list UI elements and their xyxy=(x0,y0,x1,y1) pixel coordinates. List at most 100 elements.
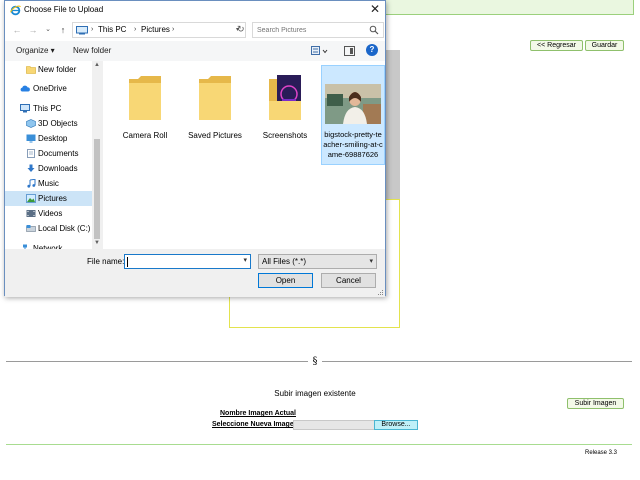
organize-menu[interactable]: Organize ▾ xyxy=(16,45,55,56)
folder-with-thumbnail-icon xyxy=(269,75,301,120)
image-thumbnail xyxy=(325,84,381,124)
sidebar-item-label: OneDrive xyxy=(33,84,67,93)
folder-icon xyxy=(129,76,161,120)
sidebar-item-videos[interactable]: Videos xyxy=(5,206,92,221)
upload-image-button[interactable]: Subir Imagen xyxy=(567,398,624,409)
command-toolbar: Organize ▾ New folder ? xyxy=(5,41,385,61)
sidebar-item-music[interactable]: Music xyxy=(5,176,92,191)
sidebar-item-label: Videos xyxy=(38,209,63,218)
sidebar-item-network[interactable]: Network xyxy=(5,241,92,249)
preview-pane-icon[interactable] xyxy=(344,46,355,56)
sidebar-item-label: Downloads xyxy=(38,164,78,173)
section-mark: § xyxy=(312,356,318,367)
sidebar-item-pictures[interactable]: Pictures xyxy=(5,191,92,206)
refresh-icon[interactable]: ↻ xyxy=(237,24,245,35)
file-item-saved-pictures[interactable]: Saved Pictures xyxy=(183,67,247,157)
dialog-titlebar[interactable]: Choose File to Upload ✕ xyxy=(5,1,385,19)
breadcrumb-pictures[interactable]: Pictures xyxy=(141,25,170,35)
navigation-bar: ← → ⌄ ↑ › This PC › Pictures › ▾ ↻ xyxy=(5,19,385,41)
dialog-footer: File name: ▾ All Files (*.*) ▾ Open Canc… xyxy=(5,249,385,297)
sidebar-item-onedrive[interactable]: OneDrive xyxy=(5,81,92,96)
sidebar-item-label: Network xyxy=(33,244,63,249)
sidebar-item-desktop[interactable]: Desktop xyxy=(5,131,92,146)
help-icon[interactable]: ? xyxy=(366,44,378,56)
divider-left xyxy=(6,361,308,362)
chevron-down-icon[interactable]: ▾ xyxy=(243,256,247,264)
back-button[interactable]: << Regresar xyxy=(530,40,583,51)
sidebar-item-local-disk[interactable]: Local Disk (C:) xyxy=(5,221,92,236)
file-name: Screenshots xyxy=(262,131,308,140)
video-icon xyxy=(26,210,36,217)
sidebar-item-label: Music xyxy=(38,179,59,188)
address-bar[interactable]: › This PC › Pictures › xyxy=(72,22,246,38)
open-button[interactable]: Open xyxy=(258,273,313,288)
select-image-label: Seleccione Nueva Imagen xyxy=(212,421,298,428)
forward-arrow-icon[interactable]: → xyxy=(27,24,39,36)
change-view-icon[interactable] xyxy=(311,46,329,56)
scrollbar-thumb[interactable] xyxy=(94,139,100,239)
internet-explorer-icon xyxy=(10,5,21,16)
page-top-bar xyxy=(380,0,634,15)
scroll-up-icon[interactable]: ▲ xyxy=(93,62,101,68)
sidebar-item-label: 3D Objects xyxy=(38,119,78,128)
cloud-icon xyxy=(20,85,30,92)
file-name-box[interactable]: ▾ xyxy=(124,254,251,269)
resize-grip-icon[interactable] xyxy=(377,289,384,296)
sidebar-item-label: Documents xyxy=(38,149,79,158)
new-folder-button[interactable]: New folder xyxy=(73,45,111,56)
sidebar-item-label: Desktop xyxy=(38,134,68,143)
folder-icon xyxy=(199,76,231,120)
cancel-button[interactable]: Cancel xyxy=(321,273,376,288)
save-button[interactable]: Guardar xyxy=(585,40,624,51)
chevron-right-icon[interactable]: › xyxy=(134,25,136,35)
sidebar-item-3d-objects[interactable]: 3D Objects xyxy=(5,116,92,131)
file-path-field[interactable] xyxy=(293,420,375,430)
browse-button[interactable]: Browse... xyxy=(374,420,418,430)
file-upload-dialog: Choose File to Upload ✕ ← → ⌄ ↑ › This P… xyxy=(4,0,386,297)
dialog-title: Choose File to Upload xyxy=(24,5,104,14)
chevron-down-icon[interactable]: ▾ xyxy=(369,255,373,268)
section-title: Subir imagen existente xyxy=(274,389,356,398)
back-arrow-icon[interactable]: ← xyxy=(11,24,23,36)
chevron-right-icon[interactable]: › xyxy=(172,25,174,35)
sidebar-item-documents[interactable]: Documents xyxy=(5,146,92,161)
scroll-down-icon[interactable]: ▼ xyxy=(93,240,101,246)
search-box[interactable] xyxy=(252,22,384,38)
sidebar-item-label: Local Disk (C:) xyxy=(38,224,91,233)
image-preview-edge xyxy=(386,50,400,200)
file-name: Saved Pictures xyxy=(188,131,242,140)
sidebar-item-this-pc[interactable]: This PC xyxy=(5,101,92,116)
close-icon[interactable]: ✕ xyxy=(367,2,383,17)
file-item-teacher-image[interactable]: bigstock-pretty-teacher-smiling-at-came-… xyxy=(321,65,385,165)
file-name: bigstock-pretty-teacher-smiling-at-came-… xyxy=(323,130,383,159)
search-input[interactable] xyxy=(257,24,367,37)
document-icon xyxy=(27,149,35,158)
up-arrow-icon[interactable]: ↑ xyxy=(57,24,69,36)
navigation-scrollbar[interactable]: ▲ ▼ xyxy=(92,61,102,249)
file-name: Camera Roll xyxy=(122,131,168,140)
file-name-input[interactable] xyxy=(128,256,238,268)
file-item-screenshots[interactable]: Screenshots xyxy=(253,67,317,157)
download-icon xyxy=(27,164,35,172)
footer-divider xyxy=(6,444,632,445)
navigation-pane: New folder OneDrive This PC 3D Objects D… xyxy=(5,61,102,249)
computer-icon xyxy=(20,104,30,113)
file-type-value: All Files (*.*) xyxy=(262,257,307,266)
sidebar-item-new-folder[interactable]: New folder xyxy=(5,62,92,77)
sidebar-item-downloads[interactable]: Downloads xyxy=(5,161,92,176)
file-name-label: File name: xyxy=(87,257,125,266)
file-list: Camera Roll Saved Pictures Screenshots b… xyxy=(103,61,385,249)
disk-icon xyxy=(26,225,36,232)
recent-locations-icon[interactable]: ⌄ xyxy=(42,24,54,36)
desktop-icon xyxy=(26,134,36,143)
text-caret xyxy=(127,257,128,267)
file-item-camera-roll[interactable]: Camera Roll xyxy=(113,67,177,157)
current-image-label: Nombre Imagen Actual xyxy=(220,410,296,417)
sidebar-item-label: New folder xyxy=(38,65,77,74)
search-icon[interactable] xyxy=(369,25,379,35)
sidebar-item-label: Pictures xyxy=(38,194,67,203)
chevron-right-icon[interactable]: › xyxy=(91,25,93,35)
file-type-select[interactable]: All Files (*.*) ▾ xyxy=(258,254,377,269)
computer-icon xyxy=(76,26,88,35)
breadcrumb-this-pc[interactable]: This PC xyxy=(98,25,126,35)
